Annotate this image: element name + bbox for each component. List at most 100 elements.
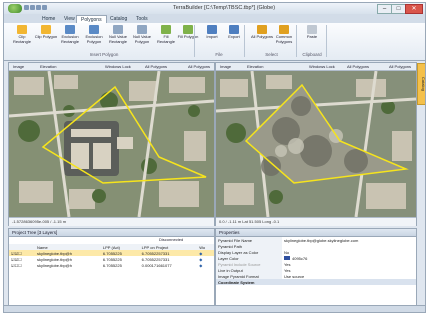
color-swatch[interactable] <box>284 255 290 260</box>
group-label-insert-polygon: Insert Polygon <box>89 52 119 57</box>
exclusion-rectangle-button[interactable]: Exclusion Rectangle <box>58 25 82 44</box>
new-icon[interactable] <box>24 5 29 10</box>
ribbon-button-label: Fill Rectangle <box>156 34 175 44</box>
left-image-toggle[interactable]: Image <box>12 64 25 69</box>
null-value-polygon-button[interactable]: Null Value Polygon <box>130 25 154 44</box>
import-button[interactable]: Import <box>200 25 224 40</box>
exclusion-rectangle-icon <box>65 25 75 34</box>
right-all-polygons-2[interactable]: All Polygons <box>388 64 412 69</box>
ribbon-separator <box>296 25 297 57</box>
all-polygons-button[interactable]: All Polygons <box>250 25 274 40</box>
ribbon: Clip Rectangle Clip Polygon Exclusion Rect… <box>4 23 425 61</box>
left-all-polygons[interactable]: All Polygons <box>144 64 168 69</box>
ribbon-button-label: Fill Polygon <box>177 34 199 39</box>
disconnected-button[interactable]: Disconnected <box>159 237 183 242</box>
tab-tools[interactable]: Tools <box>132 15 152 23</box>
checkbox[interactable]: ☑☑☐ <box>11 257 22 262</box>
ribbon-separator <box>244 25 245 57</box>
left-coordinates: -1.5728636095e-005 / -1.15 m <box>9 217 214 226</box>
clip-polygon-button[interactable]: Clip Polygon <box>34 25 58 40</box>
left-aerial-map[interactable] <box>9 71 214 217</box>
status-bar <box>4 305 425 312</box>
tab-home[interactable]: Home <box>38 15 59 23</box>
right-elevation-toggle[interactable]: Elevation <box>246 64 264 69</box>
import-icon <box>207 25 217 34</box>
ribbon-button-label: Clip Polygon <box>34 34 58 39</box>
fill-polygon-button[interactable]: Fill Polygon <box>176 25 200 40</box>
exclusion-polygon-icon <box>89 25 99 34</box>
left-3d-view: Image Elevation Windows Lock All Polygon… <box>8 62 215 226</box>
null-value-polygon-icon <box>137 25 147 34</box>
project-tree-title: Project Tree [3 Layers] <box>9 229 214 237</box>
open-icon[interactable] <box>30 5 35 10</box>
common-polygons-icon <box>279 25 289 34</box>
world-icon: ◆ <box>199 250 203 256</box>
fill-rectangle-icon <box>161 25 171 34</box>
properties-panel: Properties Pyramid File Name skylineglobe… <box>215 228 417 306</box>
table-row[interactable]: ☑☐☐ skylineglobe.tbp@h 6.7055225 0.00017… <box>9 262 214 268</box>
exclusion-polygon-button[interactable]: Exclusion Polygon <box>82 25 106 44</box>
property-section: Coordinate System <box>218 279 255 285</box>
ribbon-tabs: Home View Polygons Catalog Tools <box>4 14 425 24</box>
ribbon-button-label: Exclusion Rectangle <box>60 34 79 44</box>
right-3d-view: Image Elevation Windows Lock All Polygon… <box>215 62 417 226</box>
app-window: TerraBuilder [C:\Temp\TBSC.tbp*] (Globe)… <box>3 2 426 313</box>
world-icon: ◆ <box>199 256 203 262</box>
lpp-act: 6.7055225 <box>102 262 122 268</box>
undo-icon[interactable] <box>42 5 47 10</box>
ribbon-button-label: All Polygons <box>250 34 273 39</box>
right-windows-lock[interactable]: Windows Lock <box>308 64 336 69</box>
property-value[interactable]: 4095c76 <box>292 256 307 261</box>
fill-polygon-icon <box>183 25 193 34</box>
save-icon[interactable] <box>36 5 41 10</box>
ribbon-separator <box>326 25 327 57</box>
tab-catalog[interactable]: Catalog <box>106 15 131 23</box>
clip-rectangle-icon <box>17 25 27 34</box>
checkbox[interactable]: ☑☑☐ <box>11 251 22 256</box>
group-label-file: File <box>215 52 223 57</box>
right-aerial-imagery <box>216 71 416 217</box>
project-tree-title-text: Project Tree [3 Layers] <box>12 230 58 235</box>
right-coordinates: 0.0 / -1.11 m Lat 51.505 Long -0.1 <box>216 217 416 226</box>
export-icon <box>229 25 239 34</box>
properties-title: Properties <box>216 229 416 237</box>
properties-grid: Pyramid File Name skylineglobe.tbp@globe.… <box>216 237 416 285</box>
ribbon-button-label: Import <box>206 34 218 39</box>
world-icon: ◆ <box>199 262 203 268</box>
null-value-rectangle-icon <box>113 25 123 34</box>
paste-button[interactable]: Paste <box>300 25 324 40</box>
export-button[interactable]: Export <box>222 25 246 40</box>
ribbon-button-label: Null Value Polygon <box>133 34 151 44</box>
left-elevation-toggle[interactable]: Elevation <box>39 64 57 69</box>
ribbon-button-label: Exclusion Polygon <box>85 34 103 44</box>
left-all-polygons-2[interactable]: All Polygons <box>187 64 211 69</box>
left-view-toolbar: Image Elevation Windows Lock All Polygon… <box>9 63 214 71</box>
common-polygons-button[interactable]: Common Polygons <box>272 25 296 44</box>
right-view-toolbar: Image Elevation Windows Lock All Polygon… <box>216 63 416 71</box>
maximize-button[interactable]: □ <box>391 4 406 14</box>
null-value-rectangle-button[interactable]: Null Value Rectangle <box>106 25 130 44</box>
all-polygons-icon <box>257 25 267 34</box>
application-menu-button[interactable] <box>8 4 22 13</box>
checkbox[interactable]: ☑☐☐ <box>11 263 22 268</box>
right-aerial-map[interactable] <box>216 71 416 217</box>
left-windows-lock[interactable]: Windows Lock <box>104 64 132 69</box>
right-image-toggle[interactable]: Image <box>219 64 232 69</box>
right-all-polygons[interactable]: All Polygons <box>346 64 370 69</box>
close-button[interactable]: ✕ <box>405 4 423 14</box>
lpp-project: 0.000171661077 <box>141 262 172 268</box>
paste-icon <box>307 25 317 34</box>
clip-rectangle-button[interactable]: Clip Rectangle <box>10 25 34 44</box>
fill-rectangle-button[interactable]: Fill Rectangle <box>154 25 178 44</box>
catalog-side-tab[interactable]: Catalog <box>417 63 425 105</box>
project-tree-panel: Project Tree [3 Layers] Disconnected Nam… <box>8 228 215 306</box>
clip-polygon-icon <box>41 25 51 34</box>
title-bar: TerraBuilder [C:\Temp\TBSC.tbp*] (Globe)… <box>4 3 425 14</box>
ribbon-button-label: Export <box>228 34 240 39</box>
project-tree-table: Name LPP (Act) LPP on Project Wo ☑☑☐ sky… <box>9 244 214 268</box>
ribbon-button-label: Clip Rectangle <box>12 34 31 44</box>
left-aerial-imagery <box>9 71 214 217</box>
property-section-row[interactable]: Coordinate System <box>216 279 416 285</box>
group-label-select: Select <box>265 52 278 57</box>
minimize-button[interactable]: – <box>377 4 392 14</box>
